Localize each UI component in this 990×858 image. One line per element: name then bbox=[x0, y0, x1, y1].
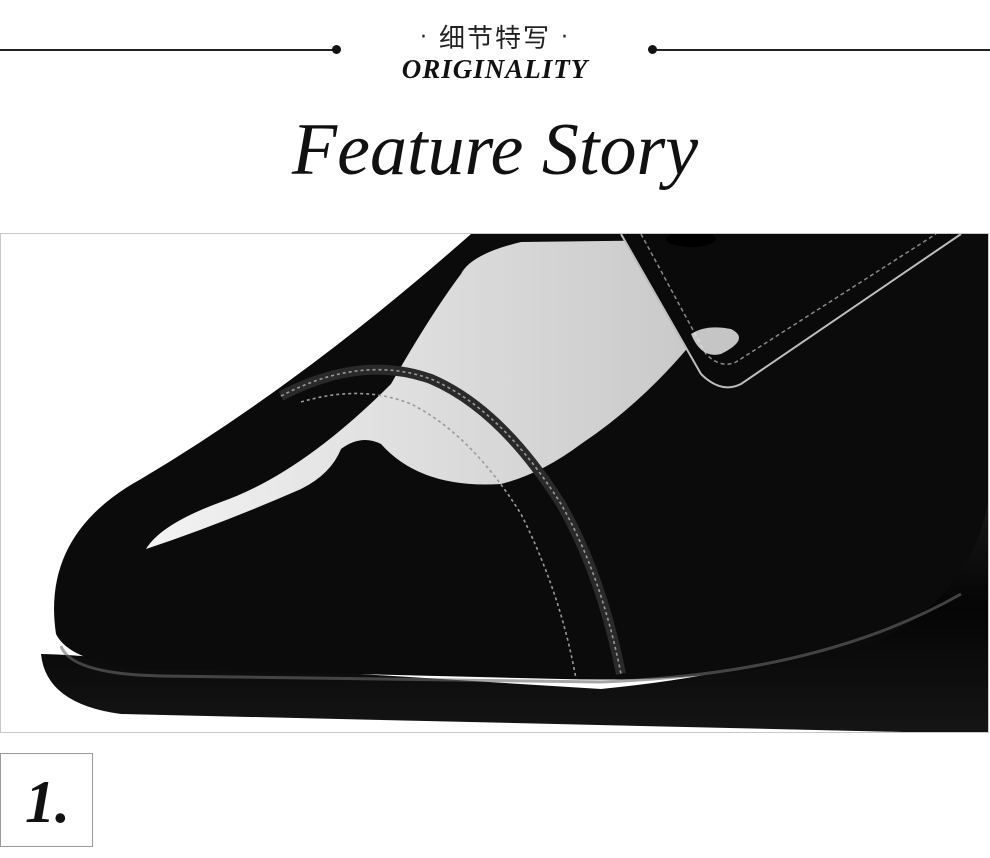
title-separator-left: · bbox=[419, 25, 429, 50]
section-number-box: 1. bbox=[0, 753, 93, 847]
shoe-toe-closeup-image bbox=[41, 234, 988, 732]
feature-headline: Feature Story bbox=[291, 109, 699, 191]
section-subtitle-en: ORIGINALITY bbox=[401, 54, 589, 84]
section-number: 1. bbox=[25, 769, 70, 835]
product-detail-photo bbox=[0, 233, 989, 733]
section-title-cn: · 细节特写 · bbox=[0, 18, 990, 55]
section-title-cn-text: 细节特写 bbox=[438, 24, 551, 54]
title-separator-right: · bbox=[561, 25, 570, 50]
